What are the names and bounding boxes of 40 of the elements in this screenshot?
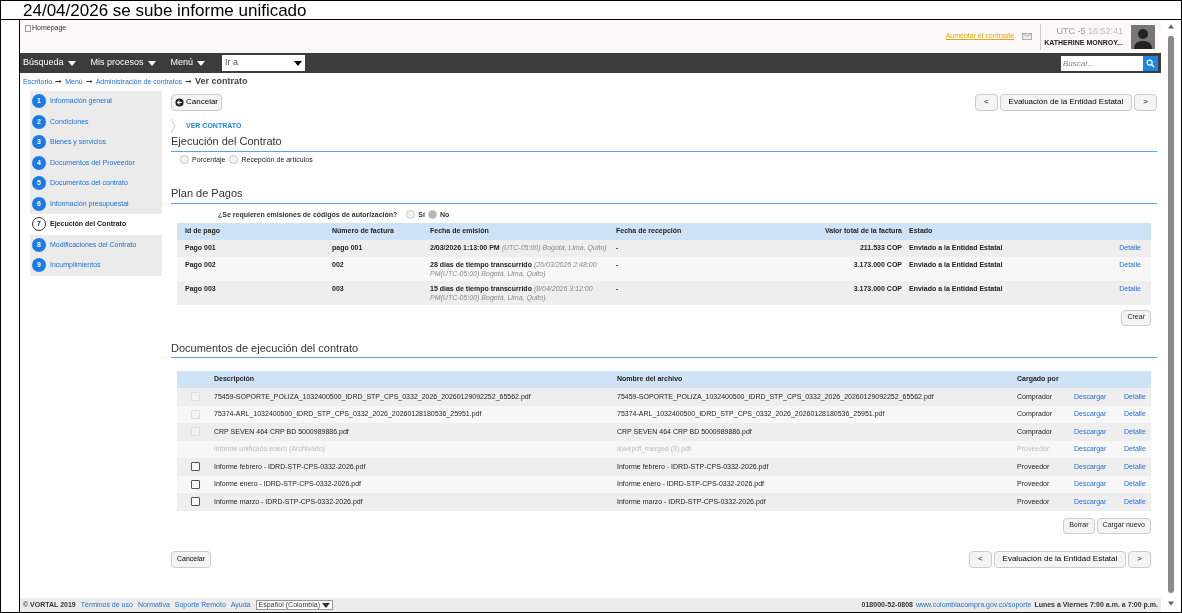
previous-button[interactable]: < — [974, 93, 998, 111]
previous-button[interactable]: < — [968, 550, 992, 568]
caret-icon — [294, 60, 303, 66]
breadcrumb-current: Ver contrato — [195, 75, 248, 89]
checkbox[interactable] — [191, 479, 200, 489]
next-step-button[interactable]: Evaluación de la Entidad Estatal — [999, 93, 1133, 111]
mail-icon[interactable] — [1022, 33, 1033, 40]
clock-time: 16:52:41 — [1087, 25, 1123, 36]
section-title: Documentos de ejecución del contrato — [171, 339, 1157, 358]
caret-icon — [67, 60, 76, 66]
section-title: Ejecución del Contrato — [171, 133, 1157, 152]
radio-button[interactable] — [427, 210, 437, 220]
goto-dropdown[interactable]: Ir a — [222, 55, 306, 71]
broken-image-icon — [25, 24, 31, 32]
search-button[interactable] — [1143, 55, 1158, 71]
next-button[interactable]: > — [1128, 550, 1151, 568]
search-field[interactable]: Buscar... — [1061, 55, 1143, 71]
caret-icon — [147, 60, 156, 66]
nav-menu[interactable]: Mis procesos — [90, 56, 156, 70]
avatar-icon[interactable] — [1131, 24, 1155, 49]
caret-icon — [322, 602, 330, 608]
next-button[interactable]: > — [1134, 93, 1157, 111]
cancel-button[interactable]: Cancelar — [171, 93, 222, 111]
chevron-icon — [171, 119, 176, 133]
breadcrumb-separator: ➞ — [55, 76, 63, 88]
section-title: Plan de Pagos — [171, 185, 1157, 204]
search-icon — [1146, 58, 1155, 68]
radio-button[interactable] — [406, 210, 416, 220]
breadcrumb-separator: ➞ — [85, 76, 93, 88]
radio-button[interactable] — [180, 155, 189, 165]
timezone-text: UTC -5 — [1056, 25, 1086, 36]
back-arrow-icon — [175, 97, 184, 107]
radio-button[interactable] — [229, 155, 239, 165]
nav-menu[interactable]: Búsqueda — [23, 56, 76, 70]
nav-menu[interactable]: Menú — [170, 56, 206, 70]
caret-icon — [197, 60, 206, 66]
next-step-button[interactable]: Evaluación de la Entidad Estatal — [993, 550, 1127, 568]
checkbox[interactable] — [191, 497, 200, 507]
checkbox[interactable] — [191, 462, 200, 472]
breadcrumb-separator: ➞ — [185, 76, 193, 88]
